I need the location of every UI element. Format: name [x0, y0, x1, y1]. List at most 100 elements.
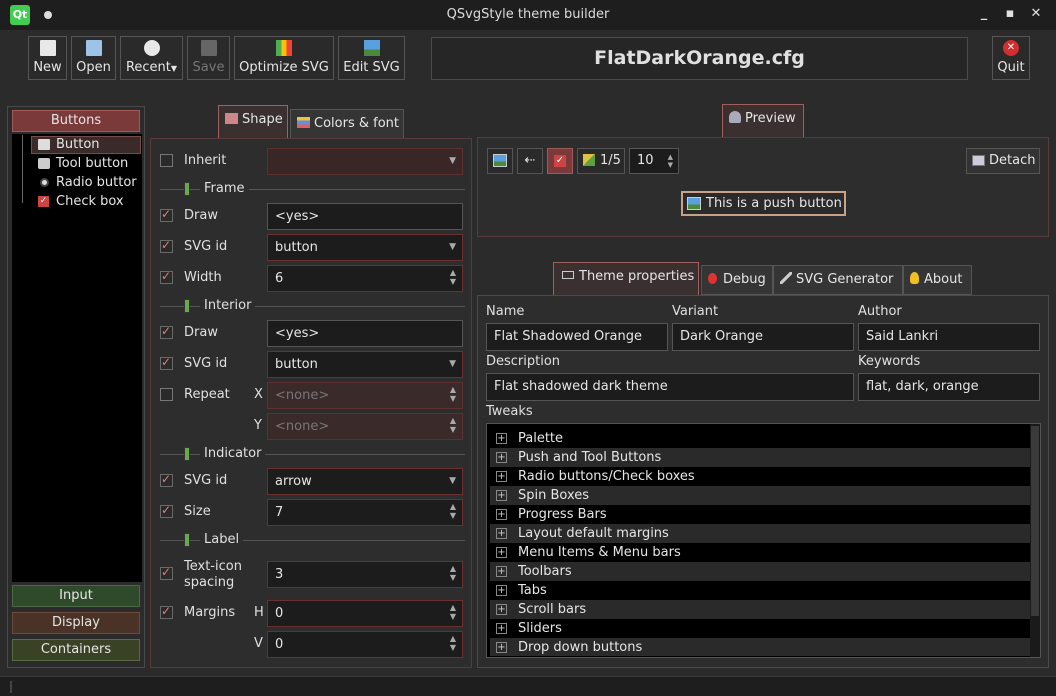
tree-item-tool-button[interactable]: Tool button — [56, 156, 128, 171]
arrow-left-icon: ⇠ — [524, 153, 536, 168]
edit-svg-button[interactable]: Edit SVG — [338, 36, 405, 80]
expand-plus-icon[interactable]: + — [496, 490, 507, 501]
tweak-row[interactable]: + Tabs — [490, 581, 1030, 600]
inherit-select[interactable]: ▼ — [267, 148, 463, 175]
frame-svg-checkbox[interactable] — [160, 238, 173, 253]
spin-arrows-icon[interactable]: ▲ ▼ — [450, 385, 456, 403]
recent-button[interactable]: Recent▼ — [120, 36, 183, 80]
tweak-row[interactable]: + Menu Items & Menu bars — [490, 543, 1030, 562]
margins-checkbox[interactable] — [160, 604, 173, 619]
interior-svg-checkbox[interactable] — [160, 355, 173, 370]
frame-draw-input[interactable]: <yes> — [267, 203, 463, 230]
spin-arrows-icon[interactable]: ▲ ▼ — [450, 603, 456, 621]
name-input[interactable]: Flat Shadowed Orange — [486, 323, 668, 351]
preview-image-button[interactable] — [487, 148, 513, 174]
tab-preview[interactable]: Preview — [722, 104, 804, 137]
optimize-svg-button[interactable]: Optimize SVG — [234, 36, 334, 80]
tweak-row[interactable]: + Toolbars — [490, 562, 1030, 581]
group-containers-button[interactable]: Containers — [12, 639, 140, 661]
preview-direction-button[interactable]: ⇠ — [517, 148, 543, 174]
tweak-row[interactable]: + Push and Tool Buttons — [490, 448, 1030, 467]
preview-page-button[interactable]: 1/5 — [577, 148, 625, 174]
tree-item-button[interactable]: Button — [56, 137, 100, 152]
open-button[interactable]: Open — [71, 36, 116, 80]
tweak-row[interactable]: + Layout default margins — [490, 524, 1030, 543]
expand-plus-icon[interactable]: + — [496, 547, 507, 558]
spin-arrows-icon[interactable]: ▲ ▼ — [450, 268, 456, 286]
group-display-button[interactable]: Display — [12, 612, 140, 634]
tweaks-scrollbar-handle[interactable] — [1031, 426, 1039, 616]
tab-theme-properties[interactable]: Theme properties — [553, 262, 699, 295]
tab-debug[interactable]: Debug — [701, 265, 773, 295]
margin-v-spinbox[interactable]: 0 ▲ ▼ — [267, 631, 463, 658]
group-input-button[interactable]: Input — [12, 585, 140, 607]
repeat-checkbox[interactable] — [160, 388, 173, 401]
image-icon — [363, 40, 380, 56]
spin-arrows-icon[interactable]: ▲ ▼ — [450, 416, 456, 434]
description-input[interactable]: Flat shadowed dark theme — [486, 373, 854, 401]
margin-h-spinbox[interactable]: 0 ▲ ▼ — [267, 600, 463, 627]
variant-input[interactable]: Dark Orange — [672, 323, 854, 351]
maximize-button[interactable]: ▪ — [1002, 6, 1018, 22]
spin-arrows-icon[interactable]: ▲ ▼ — [668, 153, 673, 169]
frame-width-checkbox[interactable] — [160, 269, 173, 284]
save-button[interactable]: Save — [187, 36, 230, 80]
tab-svg-generator[interactable]: SVG Generator — [773, 265, 903, 295]
preview-enabled-toggle[interactable]: ✓ — [547, 148, 573, 174]
indicator-size-checkbox[interactable] — [160, 503, 173, 518]
expand-plus-icon[interactable]: + — [496, 604, 507, 615]
preview-spinbox[interactable]: 10 ▲ ▼ — [629, 148, 679, 174]
expand-plus-icon[interactable]: + — [496, 471, 507, 482]
pages-icon — [583, 154, 595, 166]
spacing-checkbox[interactable] — [160, 565, 173, 580]
tab-colors-font[interactable]: Colors & font — [290, 109, 404, 139]
detach-button[interactable]: Detach — [966, 148, 1040, 174]
repeat-x-spinbox[interactable]: <none> ▲ ▼ — [267, 382, 463, 409]
frame-draw-checkbox[interactable] — [160, 207, 173, 222]
tweak-row[interactable]: + Progress Bars — [490, 505, 1030, 524]
tree-item-radio-button[interactable]: Radio buttor — [56, 175, 140, 190]
tweaks-scrollbar[interactable] — [1030, 424, 1040, 657]
indicator-svg-select[interactable]: arrow ▼ — [267, 468, 463, 495]
expand-plus-icon[interactable]: + — [496, 566, 507, 577]
author-input[interactable]: Said Lankri — [858, 323, 1040, 351]
quit-button[interactable]: ✕ Quit — [992, 36, 1030, 80]
tweak-row[interactable]: + Scroll bars — [490, 600, 1030, 619]
close-button[interactable]: ✕ — [1028, 6, 1044, 22]
keywords-input[interactable]: flat, dark, orange — [858, 373, 1040, 401]
spin-arrows-icon[interactable]: ▲ ▼ — [450, 564, 456, 582]
spacing-spinbox[interactable]: 3 ▲ ▼ — [267, 561, 463, 588]
expand-plus-icon[interactable]: + — [496, 433, 507, 444]
interior-draw-input[interactable]: <yes> — [267, 320, 463, 347]
new-button[interactable]: New — [28, 36, 67, 80]
tweak-row[interactable]: + Radio buttons/Check boxes — [490, 467, 1030, 486]
frame-svg-select[interactable]: button ▼ — [267, 234, 463, 261]
expand-plus-icon[interactable]: + — [496, 528, 507, 539]
minimize-button[interactable]: _ — [976, 6, 992, 22]
indicator-svg-checkbox[interactable] — [160, 472, 173, 487]
interior-draw-checkbox[interactable] — [160, 324, 173, 339]
preview-push-button[interactable]: This is a push button — [681, 191, 846, 216]
indicator-svg-label: SVG id — [184, 473, 228, 488]
tab-shape[interactable]: Shape — [218, 105, 288, 138]
tweak-row[interactable]: + Spin Boxes — [490, 486, 1030, 505]
interior-svg-select[interactable]: button ▼ — [267, 351, 463, 378]
expand-plus-icon[interactable]: + — [496, 642, 507, 653]
group-buttons-button[interactable]: Buttons — [12, 110, 140, 132]
tweak-row[interactable]: + Palette — [490, 429, 1030, 448]
indicator-size-spinbox[interactable]: 7 ▲ ▼ — [267, 499, 463, 526]
repeat-y-spinbox[interactable]: <none> ▲ ▼ — [267, 413, 463, 440]
tab-about[interactable]: About — [903, 265, 972, 295]
spin-arrows-icon[interactable]: ▲ ▼ — [450, 634, 456, 652]
spin-arrows-icon[interactable]: ▲ ▼ — [450, 502, 456, 520]
new-file-icon — [39, 40, 56, 56]
expand-plus-icon[interactable]: + — [496, 509, 507, 520]
tree-item-check-box[interactable]: Check box — [56, 194, 124, 209]
tweak-row[interactable]: + Sliders — [490, 619, 1030, 638]
tweak-row[interactable]: + Drop down buttons — [490, 638, 1030, 656]
expand-plus-icon[interactable]: + — [496, 452, 507, 463]
expand-plus-icon[interactable]: + — [496, 623, 507, 634]
expand-plus-icon[interactable]: + — [496, 585, 507, 596]
frame-width-spinbox[interactable]: 6 ▲ ▼ — [267, 265, 463, 292]
inherit-checkbox[interactable] — [160, 154, 173, 167]
